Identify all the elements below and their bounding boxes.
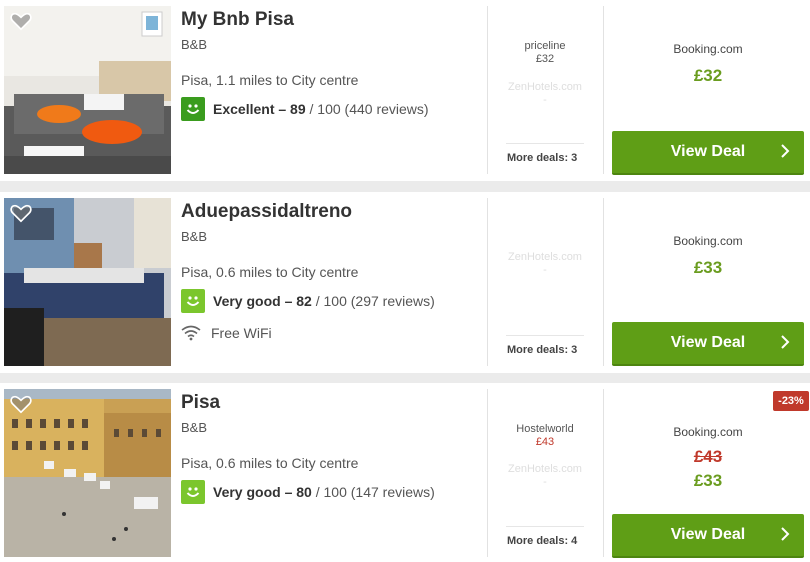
property-type: B&B (181, 37, 208, 52)
more-deals-link[interactable]: More deals: 3 (507, 344, 577, 356)
deal-zenhotels[interactable]: ZenHotels.com - (505, 462, 585, 488)
hotel-photo[interactable] (4, 389, 171, 557)
rating-suffix: / 100 (147 reviews) (311, 484, 435, 500)
deal-priceline[interactable]: priceline £32 (505, 40, 585, 66)
view-deal-button[interactable]: View Deal (612, 131, 804, 175)
main-deal-price: £33 (693, 471, 723, 490)
deal-site-name: ZenHotels.com (508, 463, 582, 475)
rating-suffix: / 100 (440 reviews) (305, 101, 429, 117)
deal-zenhotels[interactable]: ZenHotels.com - (505, 80, 585, 106)
hotel-card: My Bnb Pisa B&B Pisa, 1.1 miles to City … (0, 0, 810, 181)
hotel-photo[interactable] (4, 6, 171, 174)
chevron-right-icon (781, 144, 790, 158)
hotel-name[interactable]: Pisa (181, 392, 220, 414)
smiley-icon (181, 289, 205, 313)
more-deals-link[interactable]: More deals: 4 (507, 535, 577, 547)
wifi-icon (181, 325, 201, 341)
deal-price: £43 (535, 436, 555, 448)
rating-suffix: / 100 (297 reviews) (311, 293, 435, 309)
main-deal-price: £32 (693, 66, 723, 85)
divider (487, 389, 488, 557)
divider (506, 335, 584, 336)
view-deal-button[interactable]: View Deal (612, 514, 804, 558)
divider (487, 198, 488, 366)
amenity-wifi: Free WiFi (181, 325, 272, 341)
deal-price: - (543, 476, 547, 488)
rating[interactable]: Excellent – 89 / 100 (440 reviews) (181, 96, 429, 122)
hotel-photo[interactable] (4, 198, 171, 366)
property-type: B&B (181, 229, 208, 244)
original-price: £43 (693, 447, 723, 466)
location-text: Pisa, 1.1 miles to City centre (181, 72, 359, 88)
deal-price: - (543, 94, 547, 106)
location-text: Pisa, 0.6 miles to City centre (181, 455, 359, 471)
rating[interactable]: Very good – 80 / 100 (147 reviews) (181, 479, 435, 505)
smiley-icon (181, 97, 205, 121)
divider (506, 526, 584, 527)
deal-site-name: Hostelworld (516, 423, 574, 435)
divider (603, 389, 604, 557)
deal-hostelworld[interactable]: Hostelworld £43 (505, 423, 585, 449)
deal-price: £32 (535, 53, 555, 65)
chevron-right-icon (781, 335, 790, 349)
rating-label: Excellent – 89 (213, 101, 306, 117)
view-deal-label: View Deal (670, 334, 746, 351)
property-type: B&B (181, 420, 208, 435)
rating-label: Very good – 80 (213, 484, 312, 500)
view-deal-label: View Deal (670, 143, 746, 160)
deal-site-name: ZenHotels.com (508, 81, 582, 93)
heart-icon[interactable] (10, 10, 32, 32)
deal-site-name: priceline (524, 40, 566, 52)
divider (487, 6, 488, 174)
main-deal-price: £33 (693, 258, 723, 277)
main-deal-site: Booking.com (673, 42, 743, 56)
main-deal-site: Booking.com (673, 425, 743, 439)
hotel-card: Pisa B&B Pisa, 0.6 miles to City centre … (0, 383, 810, 562)
main-deal-site: Booking.com (673, 234, 743, 248)
rating-label: Very good – 82 (213, 293, 312, 309)
rating[interactable]: Very good – 82 / 100 (297 reviews) (181, 288, 435, 314)
deal-price: - (543, 264, 547, 276)
more-deals-link[interactable]: More deals: 3 (507, 152, 577, 164)
divider (506, 143, 584, 144)
heart-icon[interactable] (10, 393, 32, 415)
deal-site-name: ZenHotels.com (508, 251, 582, 263)
discount-badge: -23% (773, 391, 809, 411)
location-text: Pisa, 0.6 miles to City centre (181, 264, 359, 280)
smiley-icon (181, 480, 205, 504)
hotel-name[interactable]: Aduepassidaltreno (181, 201, 352, 223)
heart-icon[interactable] (10, 202, 32, 224)
amenity-label: Free WiFi (211, 325, 272, 341)
chevron-right-icon (781, 527, 790, 541)
view-deal-label: View Deal (670, 526, 746, 543)
hotel-name[interactable]: My Bnb Pisa (181, 9, 294, 31)
divider (603, 6, 604, 174)
view-deal-button[interactable]: View Deal (612, 322, 804, 366)
divider (603, 198, 604, 366)
hotel-card: Aduepassidaltreno B&B Pisa, 0.6 miles to… (0, 192, 810, 373)
deal-zenhotels[interactable]: ZenHotels.com - (505, 250, 585, 276)
